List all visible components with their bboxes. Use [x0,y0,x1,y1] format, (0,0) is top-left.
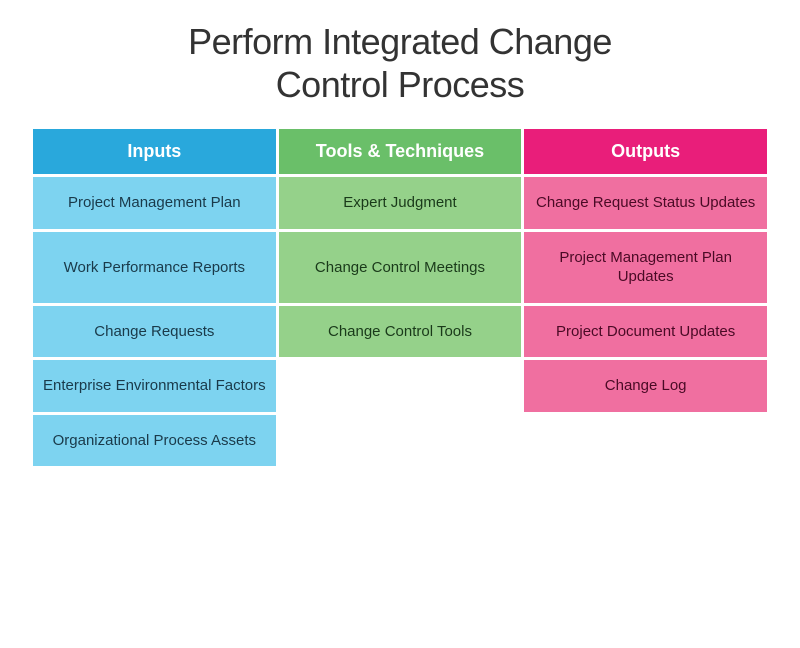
main-table: Inputs Tools & Techniques Outputs Projec… [30,126,770,469]
inputs-cell: Enterprise Environmental Factors [33,360,276,412]
inputs-header: Inputs [33,129,276,174]
empty-tools-cell [279,415,522,467]
tools-header: Tools & Techniques [279,129,522,174]
empty-tools-cell [279,360,522,412]
inputs-cell: Project Management Plan [33,177,276,229]
empty-outputs-cell [524,415,767,467]
outputs-cell: Change Request Status Updates [524,177,767,229]
outputs-header: Outputs [524,129,767,174]
tools-cell: Change Control Meetings [279,232,522,303]
page-title: Perform Integrated Change Control Proces… [188,20,612,106]
outputs-cell: Change Log [524,360,767,412]
tools-cell: Expert Judgment [279,177,522,229]
inputs-cell: Organizational Process Assets [33,415,276,467]
outputs-cell: Project Management Plan Updates [524,232,767,303]
inputs-cell: Change Requests [33,306,276,358]
outputs-cell: Project Document Updates [524,306,767,358]
tools-cell: Change Control Tools [279,306,522,358]
inputs-cell: Work Performance Reports [33,232,276,303]
